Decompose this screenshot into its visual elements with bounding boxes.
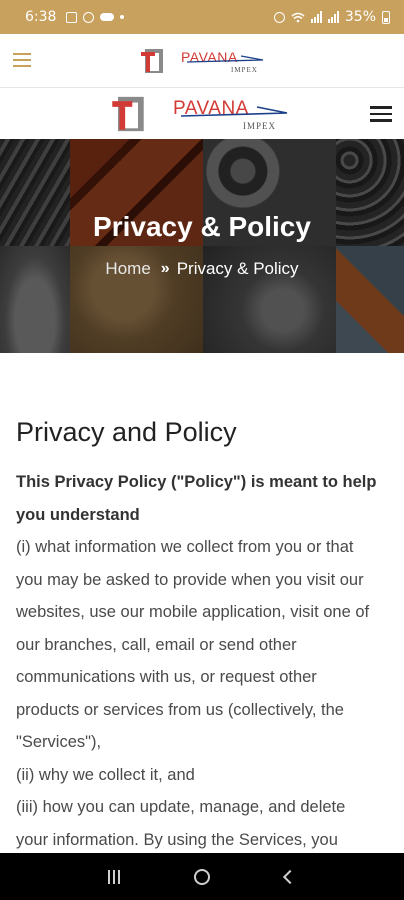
recents-icon bbox=[108, 869, 120, 884]
hamburger-icon[interactable] bbox=[370, 106, 392, 122]
wifi-icon bbox=[291, 12, 305, 22]
policy-intro: This Privacy Policy ("Policy") is meant … bbox=[16, 466, 388, 531]
logo-mark-icon bbox=[112, 96, 144, 132]
home-button[interactable] bbox=[182, 862, 222, 892]
breadcrumb-home-link[interactable]: Home bbox=[105, 259, 150, 279]
body-line: websites, use our mobile application, vi… bbox=[16, 603, 370, 621]
status-time: 6:38 bbox=[25, 9, 57, 25]
brand-sub: IMPEX bbox=[231, 65, 258, 74]
body-line: communications with us, or request other bbox=[16, 668, 317, 686]
hero-overlay bbox=[0, 139, 404, 353]
cloud-icon bbox=[100, 13, 115, 21]
site-logo[interactable]: PAVANA IMPEX bbox=[109, 94, 293, 134]
body-line: (iii) how you can update, manage, and de… bbox=[16, 798, 346, 816]
app-logo: PAVANA IMPEX bbox=[139, 46, 271, 76]
home-icon bbox=[194, 868, 210, 885]
body-line: you may be asked to provide when you vis… bbox=[16, 570, 364, 589]
signal-icon bbox=[310, 11, 322, 23]
battery-icon bbox=[382, 10, 390, 24]
system-nav-bar bbox=[0, 853, 404, 900]
body-line: "Services"), bbox=[16, 733, 102, 751]
status-right: 35% bbox=[273, 9, 390, 25]
recents-button[interactable] bbox=[94, 862, 134, 892]
logo-mark-icon bbox=[141, 48, 163, 73]
breadcrumb: Home » Privacy & Policy bbox=[0, 259, 404, 279]
content-heading: Privacy and Policy bbox=[16, 417, 237, 447]
page-title: Privacy & Policy bbox=[93, 211, 311, 242]
hero-banner: Privacy & Policy Home » Privacy & Policy bbox=[0, 139, 404, 353]
hamburger-icon[interactable] bbox=[13, 53, 31, 67]
body-line: your information. By using the Services,… bbox=[16, 830, 338, 849]
app-bar: PAVANA IMPEX bbox=[0, 34, 404, 88]
body-line: (i) what information we collect from you… bbox=[16, 538, 354, 556]
site-header: PAVANA IMPEX bbox=[0, 89, 404, 139]
intro-line: you understand bbox=[16, 505, 140, 524]
body-line: our branches, call, email or send other bbox=[16, 635, 297, 654]
back-button[interactable] bbox=[270, 862, 310, 892]
policy-content: Privacy and Policy This Privacy Policy (… bbox=[0, 353, 404, 853]
breadcrumb-current: Privacy & Policy bbox=[176, 259, 299, 278]
body-line: (ii) why we collect it, and bbox=[16, 765, 195, 784]
back-icon bbox=[282, 869, 298, 884]
alarm-icon bbox=[273, 11, 285, 23]
battery-percent: 35% bbox=[344, 9, 376, 25]
policy-body: (i) what information we collect from you… bbox=[16, 531, 388, 853]
body-line: products or services from us (collective… bbox=[16, 700, 344, 719]
status-bar: 6:38 35% bbox=[0, 0, 404, 34]
brand-sub: IMPEX bbox=[243, 121, 277, 131]
breadcrumb-separator-icon: » bbox=[160, 260, 170, 277]
logo-text: PAVANA IMPEX bbox=[173, 94, 293, 134]
settings-icon bbox=[83, 11, 95, 23]
status-left: 6:38 bbox=[25, 9, 125, 25]
dot-icon bbox=[120, 15, 125, 19]
logo-text: PAVANA IMPEX bbox=[181, 46, 271, 76]
intro-line: This Privacy Policy ("Policy") is meant … bbox=[16, 473, 377, 491]
signal-icon bbox=[327, 11, 339, 23]
gallery-icon bbox=[66, 11, 78, 23]
